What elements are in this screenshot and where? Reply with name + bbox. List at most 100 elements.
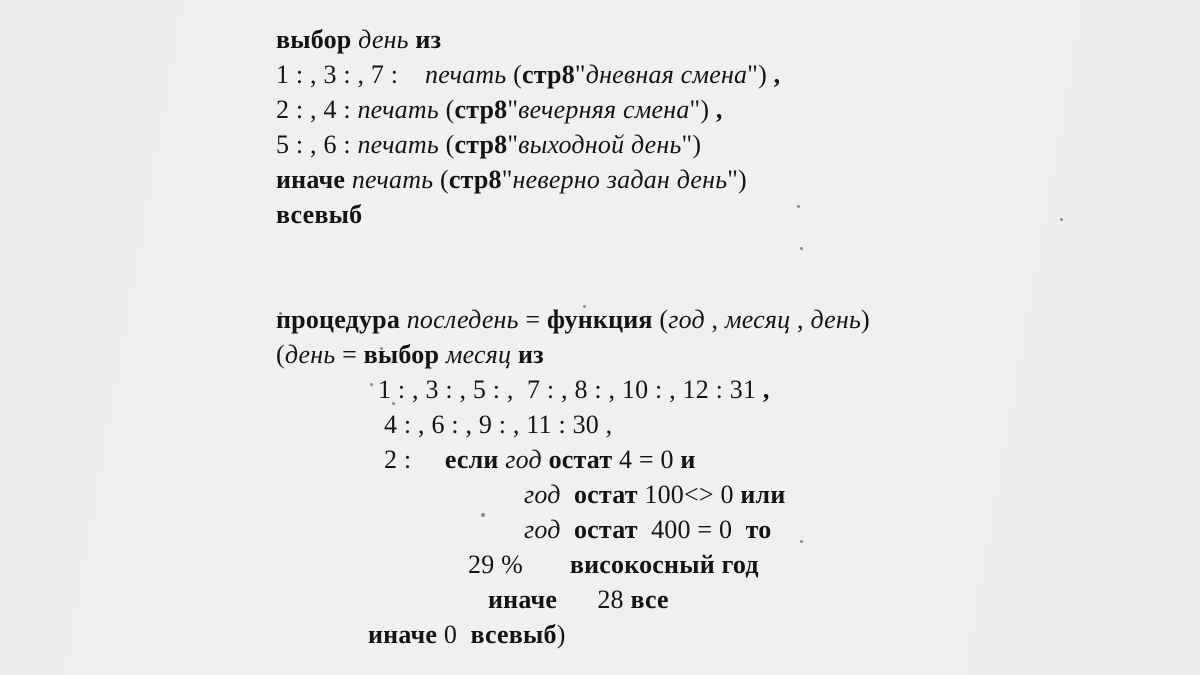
code-token-kw: стр8	[454, 95, 508, 124]
code-token-num: 7	[527, 375, 541, 404]
code-token-punct: ")	[727, 165, 747, 194]
code-token-sp	[345, 165, 352, 194]
code-token-punct: ,	[598, 410, 613, 439]
code-token-num: 8	[574, 375, 588, 404]
code-token-kw: иначе	[276, 165, 346, 194]
code-token-punct: (	[438, 95, 455, 124]
code-line: год остат 400 = 0 то	[276, 512, 1176, 547]
code-token-num: 12	[682, 375, 709, 404]
code-token-op: <>	[684, 480, 714, 509]
code-token-punct: (	[438, 130, 455, 159]
code-token-sp	[437, 620, 444, 649]
code-token-num: 10	[621, 375, 649, 404]
code-listing: выбор день из 1 : , 3 : , 7 : печать (стр…	[276, 22, 1176, 652]
code-token-id: печать	[425, 60, 507, 89]
scanned-page: выбор день из 1 : , 3 : , 7 : печать (стр…	[0, 0, 1200, 675]
code-token-num: 2	[384, 445, 398, 474]
code-token-sp	[561, 515, 574, 544]
code-line: 5 : , 6 : печать (стр8"выходной день")	[276, 127, 1176, 162]
code-token-id: последень	[406, 305, 519, 334]
code-token-str: вечерняя смена	[518, 95, 690, 124]
code-token-id: день	[284, 340, 336, 369]
code-token-punct: ,	[704, 305, 725, 334]
code-token-kw: стр8	[448, 165, 502, 194]
scan-speck	[370, 383, 373, 386]
code-token-str: неверно задан день	[512, 165, 728, 194]
code-token-sp	[400, 305, 407, 334]
code-token-num: 4	[384, 410, 398, 439]
code-token-punct: : ,	[289, 95, 324, 124]
code-token-id: год	[668, 305, 705, 334]
code-token-kw: остат	[573, 480, 638, 509]
code-line: всевыб	[276, 197, 1176, 232]
code-token-num: 0	[718, 515, 733, 544]
code-token-punct: %	[494, 550, 523, 579]
code-token-sp	[612, 445, 619, 474]
code-token-num: 0	[720, 480, 734, 509]
code-token-num: 3	[425, 375, 439, 404]
code-token-punct: )	[861, 305, 870, 334]
code-token-kw: функция	[546, 305, 653, 334]
code-line: процедура последень = функция (год , мес…	[276, 302, 1176, 337]
code-token-num: 31	[729, 375, 757, 404]
code-token-sp	[561, 480, 574, 509]
code-token-id: печать	[351, 165, 434, 194]
code-token-kw: иначе	[488, 585, 558, 614]
code-token-kw: из	[517, 340, 544, 369]
code-token-kw: то	[745, 515, 772, 544]
code-token-num: 5	[472, 375, 487, 404]
scan-speck	[797, 205, 800, 208]
code-token-heavy: ,	[709, 95, 723, 124]
code-token-num: 5	[276, 130, 290, 159]
scan-speck	[1060, 218, 1063, 221]
code-token-op: =	[518, 305, 547, 334]
code-token-punct: (	[652, 305, 669, 334]
code-token-punct: :	[708, 375, 730, 404]
code-token-kw: или	[740, 480, 786, 509]
code-token-num: 30	[572, 410, 599, 439]
code-token-punct: : ,	[486, 375, 528, 404]
code-token-op: =	[632, 445, 661, 474]
code-token-punct: : ,	[492, 410, 527, 439]
code-token-kw: процедура	[276, 305, 401, 334]
code-token-punct: (	[506, 60, 522, 89]
code-token-punct: : ,	[438, 375, 473, 404]
code-token-punct: ")	[689, 95, 710, 124]
code-token-punct: :	[397, 445, 445, 474]
code-token-id: печать	[357, 130, 439, 159]
scan-speck	[800, 540, 803, 543]
code-token-punct: ,	[790, 305, 811, 334]
code-token-punct: :	[336, 130, 358, 159]
code-token-num: 9	[478, 410, 493, 439]
code-token-id: день	[810, 305, 862, 334]
code-token-punct: :	[336, 95, 358, 124]
code-token-id: год	[524, 480, 561, 509]
code-token-punct: : ,	[397, 410, 432, 439]
code-token-num: 2	[276, 95, 290, 124]
code-token-punct: "	[507, 130, 519, 159]
scan-speck	[279, 312, 282, 315]
code-token-kw: и	[680, 445, 696, 474]
code-token-op: =	[690, 515, 719, 544]
code-token-kw: стр8	[522, 60, 575, 89]
code-token-punct: (	[276, 340, 285, 369]
code-token-num: 0	[660, 445, 674, 474]
code-line: 2 : , 4 : печать (стр8"вечерняя смена") …	[276, 92, 1176, 127]
code-token-punct: (	[433, 165, 449, 194]
code-token-kw: всевыб	[470, 620, 557, 649]
code-token-kw: остат	[573, 515, 638, 544]
code-token-id: месяц	[724, 305, 791, 334]
code-token-punct: )	[556, 620, 566, 649]
code-token-sp	[523, 550, 570, 579]
code-token-num: 7	[370, 60, 385, 89]
code-token-num: 100	[644, 480, 685, 509]
code-token-sp	[638, 515, 651, 544]
code-token-id: день	[358, 25, 409, 54]
code-token-kw: всевыб	[276, 200, 363, 229]
code-token-num: 6	[323, 130, 337, 159]
code-token-num: 3	[323, 60, 337, 89]
code-token-id: печать	[357, 95, 439, 124]
code-token-id: месяц	[445, 340, 512, 369]
code-line: 2 : если год остат 4 = 0 и	[276, 442, 1176, 477]
